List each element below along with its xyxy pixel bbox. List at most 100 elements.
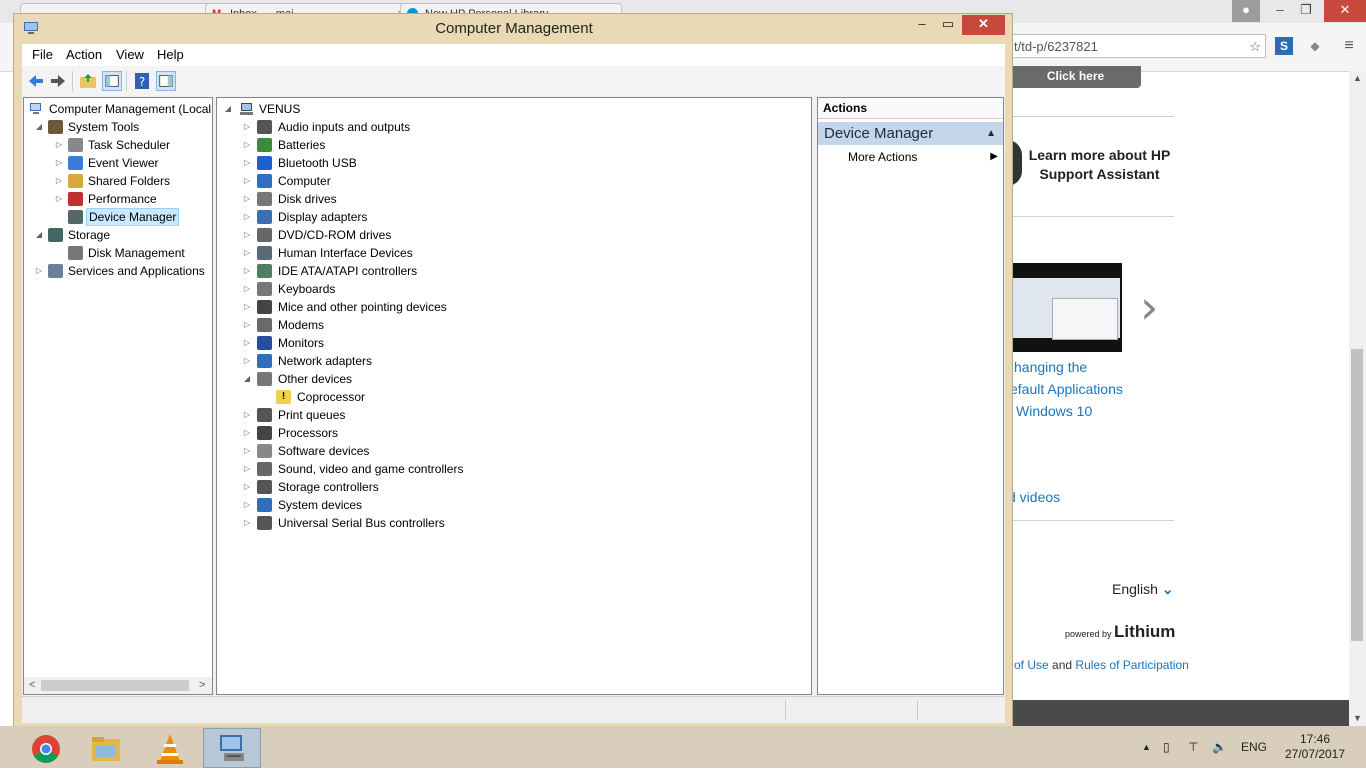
menu-icon[interactable]: ≡ (1340, 35, 1358, 57)
expand-icon[interactable]: ▷ (242, 334, 252, 352)
show-hidden-icons[interactable]: ▲ (1142, 726, 1151, 768)
scrollbar-thumb[interactable] (41, 680, 189, 691)
expand-icon[interactable]: ▷ (34, 262, 44, 280)
expand-icon[interactable]: ▷ (242, 316, 252, 334)
language-selector[interactable]: English ⌄ (1112, 581, 1174, 598)
device-category-label: System devices (278, 498, 363, 512)
browser-scrollbar[interactable]: ▲ ▼ (1349, 71, 1366, 726)
expand-icon[interactable]: ▷ (242, 262, 252, 280)
tree-item-icon (68, 156, 83, 170)
expand-icon[interactable]: ▷ (54, 190, 64, 208)
network-icon[interactable]: ⊤ (1188, 726, 1198, 768)
expand-icon[interactable]: ▷ (242, 118, 252, 136)
device-category-icon (257, 444, 272, 458)
expand-icon[interactable]: ▷ (242, 496, 252, 514)
videos-link[interactable]: d videos (1008, 489, 1060, 505)
carousel-next-icon[interactable]: › (1140, 280, 1158, 334)
expand-icon[interactable]: ▷ (242, 406, 252, 424)
star-icon[interactable]: ☆ (1249, 35, 1261, 59)
clock-time: 17:46 (1299, 732, 1331, 746)
toolbar-separator (126, 71, 127, 91)
tree-horizontal-scrollbar[interactable]: < > (24, 677, 212, 694)
expand-icon[interactable]: ▷ (242, 154, 252, 172)
device-tree-pane[interactable]: ◢ VENUS ▷ Audio inputs and outputs ▷ Batter… (216, 97, 812, 695)
extension-icon[interactable]: S (1275, 37, 1293, 55)
expand-icon[interactable]: ▷ (242, 136, 252, 154)
collapse-icon[interactable]: ◢ (34, 226, 44, 244)
rules-link[interactable]: Rules of Participation (1075, 658, 1188, 672)
expand-icon[interactable]: ▷ (242, 442, 252, 460)
terms-of-use-link[interactable]: of Use (1014, 658, 1049, 672)
up-folder-icon[interactable] (78, 71, 98, 91)
menu-view[interactable]: View (116, 47, 144, 62)
chevron-down-icon: ⌄ (1161, 581, 1174, 597)
back-arrow-icon[interactable] (26, 71, 46, 91)
taskbar-explorer-button[interactable] (77, 728, 135, 768)
expand-icon[interactable]: ▷ (242, 190, 252, 208)
address-bar[interactable]: t/td-p/6237821 ☆ (1010, 34, 1266, 58)
console-tree-pane[interactable]: Computer Management (Local ◢ System Tools… (23, 97, 213, 695)
expand-icon[interactable]: ▷ (242, 280, 252, 298)
collapse-icon[interactable]: ◢ (223, 100, 233, 118)
article-link-line2[interactable]: efault Applications (1010, 381, 1123, 397)
click-here-button[interactable]: Click here (1010, 66, 1141, 88)
scroll-down-icon[interactable]: ▼ (1353, 713, 1362, 723)
help-icon[interactable]: ? (132, 71, 152, 91)
show-hide-console-tree-icon[interactable] (102, 71, 122, 91)
device-category-label: Computer (278, 174, 331, 188)
taskbar-vlc-button[interactable] (141, 728, 199, 768)
extension-icon-2[interactable]: ◆ (1306, 37, 1324, 55)
show-hide-action-pane-icon[interactable] (156, 71, 176, 91)
browser-close-button[interactable]: ✕ (1324, 0, 1366, 22)
collapse-icon[interactable]: ◢ (34, 118, 44, 136)
menu-action[interactable]: Action (66, 47, 102, 62)
computer-management-window: Computer Management – ▭ ✕ File Action Vi… (13, 13, 1013, 727)
expand-icon[interactable]: ▷ (242, 478, 252, 496)
actions-section-label: Device Manager (824, 125, 934, 142)
article-link-line3[interactable]: Windows 10 (1016, 403, 1092, 419)
scrollbar-thumb[interactable] (1351, 349, 1363, 641)
scroll-left-icon[interactable]: < (29, 677, 35, 694)
expand-icon[interactable]: ▷ (242, 172, 252, 190)
taskbar-computer-management-button[interactable] (203, 728, 261, 768)
taskbar-chrome-button[interactable] (17, 728, 75, 768)
article-link-line1[interactable]: hanging the (1014, 359, 1087, 375)
expand-icon[interactable]: ▷ (242, 460, 252, 478)
expand-icon[interactable]: ▷ (242, 424, 252, 442)
expand-icon[interactable]: ▷ (242, 226, 252, 244)
hp-promo-link[interactable]: Learn more about HP Support Assistant (1027, 146, 1172, 184)
video-thumbnail[interactable] (1010, 263, 1122, 352)
device-category-label: Software devices (278, 444, 370, 458)
more-actions-item[interactable]: More Actions ▶ (848, 148, 998, 166)
expand-icon[interactable]: ▷ (242, 298, 252, 316)
clock[interactable]: 17:46 27/07/2017 (1276, 732, 1354, 762)
expand-icon[interactable]: ▷ (242, 208, 252, 226)
browser-minimize-button[interactable]: – (1266, 0, 1294, 22)
input-language[interactable]: ENG (1241, 726, 1267, 768)
menu-file[interactable]: File (32, 47, 53, 62)
thumbnail-screen (1012, 278, 1120, 340)
device-tree-root-label: VENUS (259, 102, 301, 116)
volume-icon[interactable]: 🔈 (1212, 726, 1227, 768)
device-category-icon (257, 336, 272, 350)
expand-icon[interactable]: ▷ (242, 244, 252, 262)
scroll-up-icon[interactable]: ▲ (1353, 73, 1362, 83)
device-category-label: Modems (278, 318, 325, 332)
user-icon[interactable]: ● (1232, 0, 1260, 22)
close-button[interactable]: ✕ (962, 15, 1005, 35)
expand-icon[interactable]: ▷ (54, 136, 64, 154)
collapse-icon[interactable]: ◢ (242, 370, 252, 388)
expand-icon[interactable]: ▷ (242, 514, 252, 532)
expand-icon[interactable]: ▷ (242, 352, 252, 370)
scroll-right-icon[interactable]: > (199, 677, 205, 694)
expand-icon[interactable]: ▷ (54, 154, 64, 172)
maximize-button[interactable]: ▭ (936, 15, 960, 35)
actions-section-device-manager[interactable]: Device Manager ▲ (818, 122, 1003, 145)
menu-help[interactable]: Help (157, 47, 184, 62)
collapse-up-icon[interactable]: ▲ (986, 122, 996, 145)
battery-icon[interactable]: ▯ (1163, 726, 1170, 768)
minimize-button[interactable]: – (910, 15, 934, 35)
forward-arrow-icon[interactable] (48, 71, 68, 91)
browser-maximize-button[interactable]: ❐ (1292, 0, 1320, 22)
expand-icon[interactable]: ▷ (54, 172, 64, 190)
